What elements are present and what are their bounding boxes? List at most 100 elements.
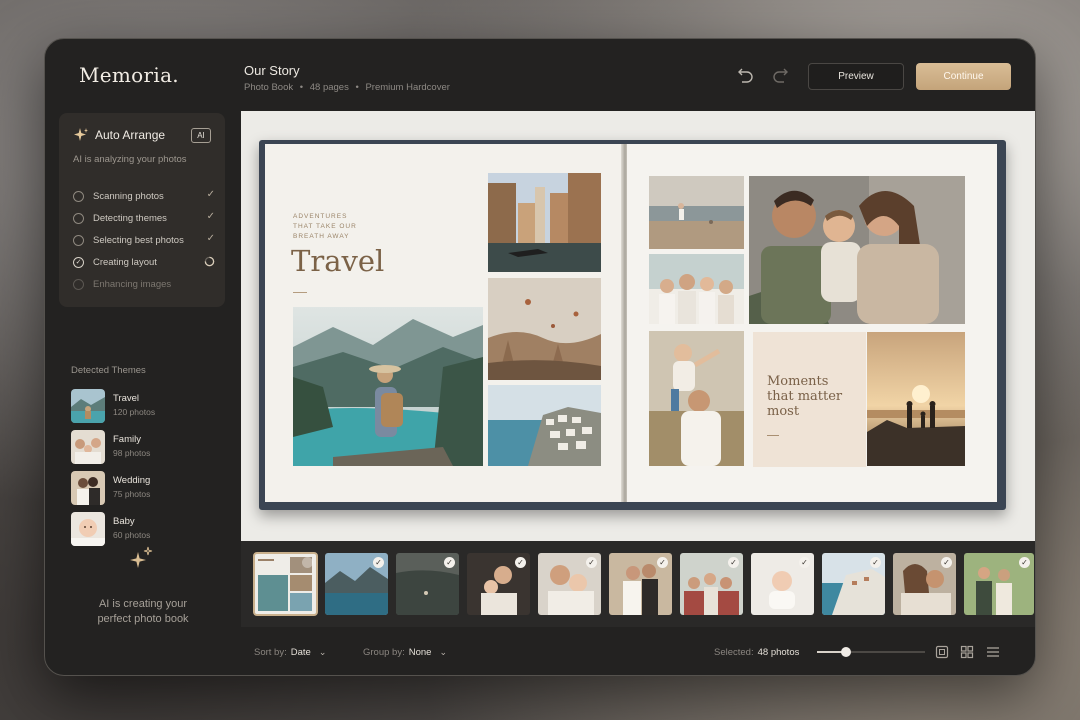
check-icon: ✓ (206, 233, 215, 244)
separator: • (299, 82, 304, 93)
check-icon[interactable]: ✓ (728, 557, 739, 568)
chevron-down-icon: ⌄ (439, 647, 447, 657)
filmstrip-thumb-family-field[interactable]: ✓ (964, 553, 1034, 615)
chevron-down-icon: ⌄ (318, 647, 327, 657)
check-icon[interactable]: ✓ (941, 557, 952, 568)
step-dot-icon (73, 278, 84, 290)
separator: • (355, 82, 359, 93)
group-dropdown[interactable]: Group by: None ⌄ (363, 647, 447, 658)
project-title[interactable]: Our Story (244, 63, 300, 78)
zoom-slider-handle[interactable] (841, 647, 852, 657)
divider (293, 292, 307, 293)
check-icon[interactable]: ✓ (444, 557, 455, 568)
quote-text: Moments that matter most (767, 374, 843, 419)
photo-book-spread: ADVENTURES THAT TAKE OUR BREATH AWAY Tra… (259, 140, 1006, 510)
check-icon[interactable]: ✓ (1019, 557, 1030, 568)
step-scanning: Scanning photos ✓ (73, 185, 215, 207)
page-tagline: ADVENTURES THAT TAKE OUR BREATH AWAY (293, 213, 357, 240)
step-selecting: Selecting best photos ✓ (73, 229, 215, 251)
zoom-slider[interactable] (817, 647, 925, 657)
book-canvas: ADVENTURES THAT TAKE OUR BREATH AWAY Tra… (241, 111, 1035, 541)
theme-wedding[interactable]: Wedding 75 photos (71, 471, 221, 505)
filmstrip-thumb-family-portrait[interactable]: ✓ (680, 553, 743, 615)
progress-steps: Scanning photos ✓ Detecting themes ✓ Selec… (73, 185, 215, 295)
photo-family-hug[interactable] (749, 176, 965, 324)
left-page[interactable]: ADVENTURES THAT TAKE OUR BREATH AWAY Tra… (265, 144, 624, 502)
sort-dropdown[interactable]: Sort by: Date ⌄ (254, 647, 326, 658)
check-icon[interactable]: ✓ (657, 557, 668, 568)
filmstrip-thumb-aerial-sea[interactable]: ✓ (396, 553, 459, 615)
step-enhancing: Enhancing images (73, 273, 215, 295)
right-page[interactable]: Moments that matter most (627, 144, 997, 502)
header: Memoria. Our Story Photo Book • 48 pages… (45, 39, 1035, 111)
check-icon: ✓ (206, 211, 215, 222)
project-type: Photo Book (244, 82, 294, 93)
sidebar: Auto Arrange AI AI is analyzing your pho… (45, 111, 241, 675)
filmstrip-thumb-family-smile[interactable]: ✓ (538, 553, 601, 615)
spinner-icon (204, 256, 215, 267)
ai-creating-message: AI is creating your perfect photo book (97, 598, 189, 625)
step-dot-icon (73, 190, 84, 202)
check-icon[interactable]: ✓ (515, 557, 526, 568)
step-dot-icon (73, 234, 84, 246)
project-details: Photo Book • 48 pages • Premium Hardcove… (244, 82, 450, 93)
redo-icon[interactable] (770, 67, 790, 87)
undo-icon[interactable] (736, 67, 756, 87)
theme-baby[interactable]: Baby 60 photos (71, 512, 221, 546)
ai-badge: AI (191, 128, 211, 143)
app-logo: Memoria. (79, 63, 179, 87)
filmstrip-thumb-baby[interactable]: ✓ (751, 553, 814, 615)
step-creating-layout: ✓ Creating layout (73, 251, 215, 273)
preview-button[interactable]: Preview (808, 63, 904, 90)
check-icon[interactable]: ✓ (799, 557, 810, 568)
photo-coastal-town[interactable] (488, 385, 601, 466)
project-finish: Premium Hardcover (365, 82, 450, 93)
continue-button[interactable]: Continue (916, 63, 1011, 90)
page-title: Travel (291, 244, 385, 278)
filmstrip-thumb-spread[interactable] (253, 552, 318, 616)
auto-arrange-panel: Auto Arrange AI AI is analyzing your pho… (59, 113, 225, 307)
step-active-icon: ✓ (73, 256, 84, 268)
grid-view-icon[interactable] (960, 645, 974, 659)
themes-heading: Detected Themes (71, 365, 146, 376)
auto-arrange-header: Auto Arrange (73, 127, 165, 143)
quote-block[interactable]: Moments that matter most (753, 332, 866, 467)
theme-thumbnail (71, 512, 105, 546)
ai-status: AI is analyzing your photos (73, 154, 187, 165)
filmstrip-thumb-wedding-couple[interactable]: ✓ (609, 553, 672, 615)
project-pages: 48 pages (309, 82, 349, 93)
theme-travel[interactable]: Travel 120 photos (71, 389, 221, 423)
theme-family[interactable]: Family 98 photos (71, 430, 221, 464)
check-icon[interactable]: ✓ (870, 557, 881, 568)
single-view-icon[interactable] (935, 645, 949, 659)
photo-lake-hiker[interactable] (293, 307, 483, 466)
list-view-icon[interactable] (986, 645, 1000, 659)
photo-cappadocia-balloons[interactable] (488, 278, 601, 380)
theme-thumbnail (71, 471, 105, 505)
filmstrip-thumb-couple-forehead[interactable]: ✓ (893, 553, 956, 615)
photo-sunset-silhouettes[interactable] (867, 332, 965, 466)
step-detecting: Detecting themes ✓ (73, 207, 215, 229)
filmstrip-thumb-mother-baby[interactable]: ✓ (467, 553, 530, 615)
photo-family-group[interactable] (649, 254, 744, 324)
app-window: Memoria. Our Story Photo Book • 48 pages… (44, 38, 1036, 676)
check-icon: ✓ (206, 189, 215, 200)
sparkle-icon (74, 128, 88, 141)
theme-thumbnail (71, 389, 105, 423)
filmstrip-thumb-coastal-village[interactable]: ✓ (822, 553, 885, 615)
photo-filmstrip: ✓ ✓ ✓ ✓ ✓ ✓ ✓ ✓ ✓ ✓ (241, 541, 1035, 627)
selection-count: Selected: 48 photos (714, 647, 800, 658)
divider (767, 435, 779, 436)
checkbox-icon[interactable] (302, 557, 313, 568)
filmstrip-thumb-mountain-lake[interactable]: ✓ (325, 553, 388, 615)
sparkle-icon (130, 546, 153, 568)
footer-toolbar: Sort by: Date ⌄ Group by: None ⌄ Selected: 48… (241, 627, 1035, 675)
photo-child-shoulders[interactable] (649, 331, 744, 466)
check-icon[interactable]: ✓ (373, 557, 384, 568)
auto-arrange-title: Auto Arrange (95, 128, 166, 142)
check-icon[interactable]: ✓ (586, 557, 597, 568)
step-dot-icon (73, 212, 84, 224)
photo-beach-child[interactable] (649, 176, 744, 249)
photo-venice-canal[interactable] (488, 173, 601, 272)
theme-thumbnail (71, 430, 105, 464)
